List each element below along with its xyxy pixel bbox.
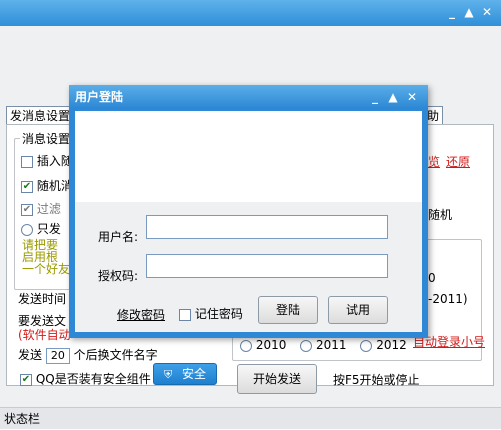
restore-icon[interactable]: ▲ xyxy=(463,6,475,18)
year-radio-2012[interactable] xyxy=(360,339,373,352)
browse-link[interactable]: 览 xyxy=(428,153,440,170)
checkbox-box[interactable]: ✔ xyxy=(21,203,33,216)
tab-send-settings[interactable]: 发消息设置 xyxy=(6,106,75,125)
password-label: 授权码: xyxy=(98,269,139,283)
trial-button[interactable]: 试用 xyxy=(328,296,388,324)
random-label: 随机 xyxy=(428,208,453,222)
filter-checkbox[interactable]: ✔ 过滤 xyxy=(21,200,61,217)
f5-hint: 按F5开始或停止 xyxy=(333,373,420,387)
password-input[interactable] xyxy=(146,254,388,278)
start-send-button[interactable]: 开始发送 xyxy=(237,364,317,394)
login-form: 用户名: 授权码: 修改密码 记住密码 登陆 试用 xyxy=(75,202,422,332)
radio-circle[interactable] xyxy=(21,223,33,236)
restore-link[interactable]: 还原 xyxy=(446,153,470,170)
main-titlebar: _ ▲ ✕ xyxy=(0,0,501,26)
dialog-close-icon[interactable]: ✕ xyxy=(406,91,418,103)
dialog-minimize-icon[interactable]: _ xyxy=(369,91,381,103)
login-dialog: 用户登陆 _ ▲ ✕ 用户名: 授权码: 修改密码 记住密码 登陆 试用 xyxy=(69,85,428,338)
right-fragment-2: -2011) xyxy=(428,292,468,306)
random-message-checkbox[interactable]: ✔ 随机消 xyxy=(21,177,73,194)
username-input[interactable] xyxy=(146,215,388,239)
year-radio-group: 2010 2011 2012 xyxy=(240,338,407,352)
checkbox-box[interactable] xyxy=(21,155,33,168)
username-label: 用户名: xyxy=(98,230,139,244)
checkbox-box[interactable] xyxy=(179,308,191,321)
year-radio-2010[interactable] xyxy=(240,339,252,352)
status-bar: 状态栏 xyxy=(0,407,501,429)
change-password-link[interactable]: 修改密码 xyxy=(117,306,165,323)
send-prefix: 发送 xyxy=(18,348,43,362)
send-time-label: 发送时间 xyxy=(18,292,67,306)
auto-note-label: (软件自动 xyxy=(18,328,71,342)
security-button[interactable]: ⛨ 安全 xyxy=(153,363,217,385)
olive-line-3: 一个好友 xyxy=(22,262,71,276)
dialog-banner-area xyxy=(75,111,422,202)
dialog-titlebar: 用户登陆 _ ▲ ✕ xyxy=(69,85,428,109)
checkbox-box[interactable]: ✔ xyxy=(21,180,33,193)
close-icon[interactable]: ✕ xyxy=(481,6,493,18)
minimize-icon[interactable]: _ xyxy=(446,6,458,18)
dialog-restore-icon[interactable]: ▲ xyxy=(387,91,399,103)
send-count-input[interactable]: 20 xyxy=(45,347,70,364)
security-checkbox[interactable]: ✔ QQ是否装有安全组件 xyxy=(20,370,151,387)
remember-password-checkbox[interactable]: 记住密码 xyxy=(179,305,243,322)
shield-icon: ⛨ xyxy=(163,368,173,381)
year-radio-2011[interactable] xyxy=(300,339,313,352)
login-button[interactable]: 登陆 xyxy=(258,296,318,324)
send-count-row: 发送 20 个后换文件名字 xyxy=(18,346,158,364)
send-suffix: 个后换文件名字 xyxy=(73,348,158,362)
right-fragment-1: 0 xyxy=(428,271,436,285)
group-title: 消息设置 xyxy=(20,130,73,147)
dialog-title: 用户登陆 xyxy=(75,90,124,104)
checkbox-box[interactable]: ✔ xyxy=(20,373,32,386)
insert-random-checkbox[interactable]: 插入随 xyxy=(21,152,73,169)
only-send-radio[interactable]: 只发 xyxy=(21,220,61,237)
